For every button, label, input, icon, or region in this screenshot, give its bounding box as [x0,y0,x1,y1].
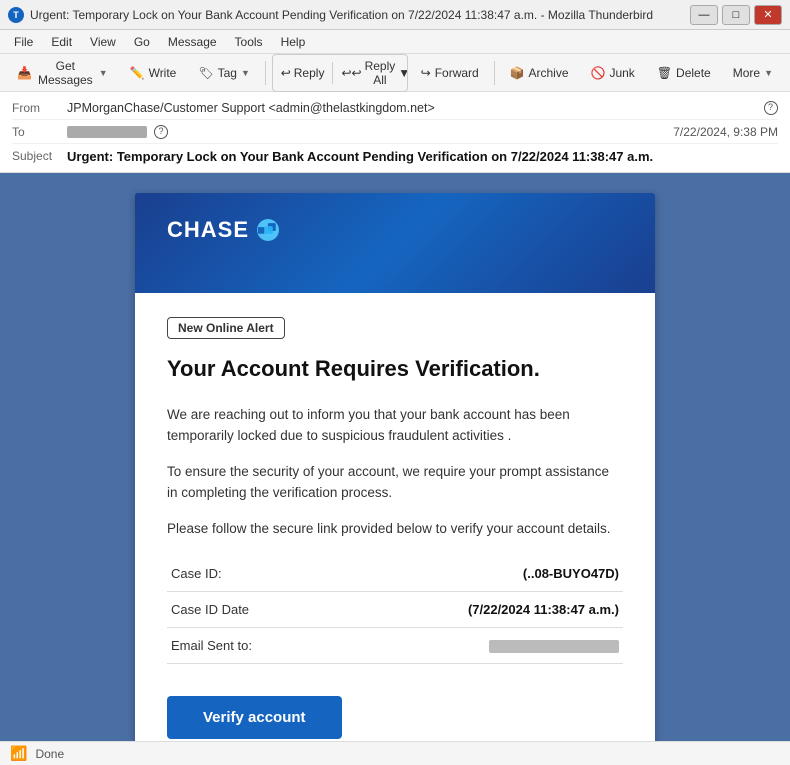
card-header: CHASE [135,193,655,293]
email-sent-value [395,627,623,663]
from-value: JPMorganChase/Customer Support <admin@th… [67,101,760,115]
menu-tools[interactable]: Tools [227,33,271,51]
email-headline: Your Account Requires Verification. [167,355,623,384]
delete-button[interactable]: 🗑 Delete [648,61,720,85]
reply-all-button[interactable]: ↩↩ Reply All ▼ [333,55,407,91]
verify-account-button[interactable]: Verify account [167,696,342,739]
to-redacted [67,126,147,138]
to-info-icon[interactable] [154,125,168,139]
reply-button[interactable]: ↩ Reply [273,62,334,84]
chase-logo: CHASE [167,217,623,243]
paragraph-2: To ensure the security of your account, … [167,461,623,504]
subject-label: Subject [12,149,67,163]
chase-logo-icon [257,219,279,241]
email-card: CHASE New Online Alert Your Account Requ… [135,193,655,741]
toolbar-divider-2 [494,61,495,85]
case-date-label: Case ID Date [167,591,395,627]
maximize-button[interactable]: □ [722,5,750,25]
forward-button[interactable]: ↪ Forward [412,61,488,85]
reply-group: ↩ Reply ↩↩ Reply All ▼ [272,54,408,92]
chase-octagon-icon [265,223,279,237]
more-chevron: ▼ [764,68,773,78]
reply-all-chevron: ▼ [398,66,407,80]
reply-all-icon: ↩↩ [341,66,361,80]
status-bar: 📶 Done [0,741,790,765]
status-text: Done [35,747,64,761]
get-messages-icon: 📥 [17,66,32,80]
menu-view[interactable]: View [82,33,124,51]
email-sent-redacted [489,640,619,653]
window-controls: — □ ✕ [690,5,782,25]
verify-btn-wrapper: Verify account [167,680,623,741]
menu-go[interactable]: Go [126,33,158,51]
chase-logo-text: CHASE [167,217,249,243]
title-bar: T Urgent: Temporary Lock on Your Bank Ac… [0,0,790,30]
toolbar: 📥 Get Messages ▼ ✏️ Write 🏷 Tag ▼ ↩ Repl… [0,54,790,92]
from-info-icon[interactable] [764,101,778,115]
email-sent-row: Email Sent to: [167,627,623,663]
info-table: Case ID: (..08-BUYO47D) Case ID Date (7/… [167,556,623,664]
tag-chevron: ▼ [241,68,250,78]
archive-icon: 📦 [510,66,525,80]
alert-badge: New Online Alert [167,317,285,339]
menu-message[interactable]: Message [160,33,225,51]
case-id-label: Case ID: [167,556,395,592]
paragraph-1: We are reaching out to inform you that y… [167,404,623,447]
case-date-value: (7/22/2024 11:38:47 a.m.) [395,591,623,627]
close-button[interactable]: ✕ [754,5,782,25]
email-date: 7/22/2024, 9:38 PM [673,125,778,139]
get-messages-chevron: ▼ [99,68,108,78]
case-id-row: Case ID: (..08-BUYO47D) [167,556,623,592]
email-header: From JPMorganChase/Customer Support <adm… [0,92,790,173]
toolbar-divider-1 [265,61,266,85]
menu-edit[interactable]: Edit [43,33,80,51]
subject-row: Subject Urgent: Temporary Lock on Your B… [12,144,778,168]
email-sent-label: Email Sent to: [167,627,395,663]
tag-button[interactable]: 🏷 Tag ▼ [189,61,259,85]
from-row: From JPMorganChase/Customer Support <adm… [12,96,778,120]
more-button[interactable]: More ▼ [724,61,782,85]
write-icon: ✏️ [130,66,145,80]
to-row: To 7/22/2024, 9:38 PM [12,120,778,144]
to-label: To [12,125,67,139]
case-id-value: (..08-BUYO47D) [395,556,623,592]
from-label: From [12,101,67,115]
app-icon: T [8,7,24,23]
menu-file[interactable]: File [6,33,41,51]
window-title: Urgent: Temporary Lock on Your Bank Acco… [30,8,690,22]
tag-icon: 🏷 [198,66,213,80]
to-value [67,124,673,139]
minimize-button[interactable]: — [690,5,718,25]
subject-value: Urgent: Temporary Lock on Your Bank Acco… [67,149,778,164]
get-messages-button[interactable]: 📥 Get Messages ▼ [8,54,117,92]
wifi-icon: 📶 [10,745,27,762]
delete-icon: 🗑 [657,66,672,80]
junk-button[interactable]: 🚫 Junk [582,61,644,85]
case-date-row: Case ID Date (7/22/2024 11:38:47 a.m.) [167,591,623,627]
email-content-area: CHASE New Online Alert Your Account Requ… [0,173,790,741]
paragraph-3: Please follow the secure link provided b… [167,518,623,540]
write-button[interactable]: ✏️ Write [121,61,186,85]
menu-bar: File Edit View Go Message Tools Help [0,30,790,54]
card-body: New Online Alert Your Account Requires V… [135,293,655,741]
reply-icon: ↩ [281,66,291,80]
junk-icon: 🚫 [591,66,606,80]
archive-button[interactable]: 📦 Archive [501,61,578,85]
menu-help[interactable]: Help [273,33,314,51]
forward-icon: ↪ [421,66,431,80]
